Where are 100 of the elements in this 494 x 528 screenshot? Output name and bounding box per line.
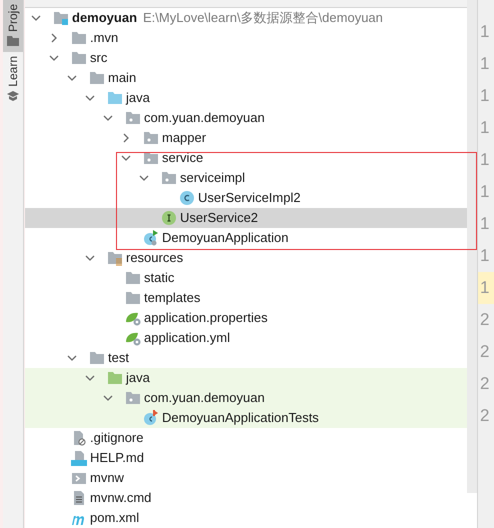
tree-row[interactable]: UserServiceImpl2 — [25, 188, 467, 208]
chevron-down-icon[interactable] — [85, 255, 95, 261]
tree-row[interactable]: serviceimpl — [25, 168, 467, 188]
item-label: UserService2 — [180, 209, 258, 228]
line-number: 1 — [479, 21, 490, 44]
line-number: 1 — [479, 181, 490, 204]
chevron-right-icon[interactable] — [51, 33, 57, 43]
tool-window-tab[interactable]: Learn — [3, 52, 23, 107]
folder-icon — [89, 350, 105, 366]
item-label: templates — [144, 289, 200, 308]
tree-row[interactable]: DemoyuanApplication — [25, 228, 467, 248]
tree-row[interactable]: java — [25, 88, 467, 108]
item-label: .gitignore — [90, 429, 144, 448]
tree-row[interactable]: test — [25, 348, 467, 368]
markdown-file-icon — [71, 450, 87, 466]
spring-class-icon — [143, 230, 159, 246]
tree-row[interactable]: .gitignore — [25, 428, 467, 448]
module-folder-icon — [53, 10, 69, 26]
item-label: com.yuan.demoyuan — [144, 109, 265, 128]
item-label: com.yuan.demoyuan — [144, 389, 265, 408]
item-label: DemoyuanApplication — [162, 229, 288, 248]
chevron-down-icon[interactable] — [85, 375, 95, 381]
item-label: application.yml — [144, 329, 230, 348]
test-class-icon — [143, 410, 159, 426]
line-number: 2 — [479, 405, 490, 428]
tree-row[interactable]: DemoyuanApplicationTests — [25, 408, 467, 428]
item-label: DemoyuanApplicationTests — [162, 409, 319, 428]
folder-icon — [71, 30, 87, 46]
text-file-icon — [71, 490, 87, 506]
item-label: mapper — [162, 129, 206, 148]
tree-row[interactable]: main — [25, 68, 467, 88]
item-label: test — [108, 349, 129, 368]
item-label: service — [162, 149, 204, 168]
package-icon — [161, 170, 177, 186]
line-number: 1 — [479, 117, 490, 140]
line-number: 1 — [479, 149, 490, 172]
folder-icon — [71, 50, 87, 66]
line-number: 1 — [479, 245, 490, 268]
tree-row[interactable]: service — [25, 148, 467, 168]
tree-row[interactable]: com.yuan.demoyuan — [25, 388, 467, 408]
item-label: demoyuan — [72, 9, 138, 28]
line-number: 2 — [479, 341, 490, 364]
tree-row[interactable]: resources — [25, 248, 467, 268]
path-label: E:\MyLove\learn\多数据源整合\demoyuan — [143, 9, 383, 28]
item-label: mvnw — [90, 469, 124, 488]
folder-icon — [125, 270, 141, 286]
folder-icon — [7, 36, 19, 46]
tree-row[interactable]: UserService2 — [25, 208, 467, 228]
item-label: serviceimpl — [180, 169, 246, 188]
leaf-gear-icon — [125, 330, 141, 346]
item-label: resources — [126, 249, 184, 268]
tree-row[interactable]: mvnw.cmd — [25, 488, 467, 508]
script-file-icon — [71, 470, 87, 486]
line-number: 1 — [478, 272, 494, 304]
line-number: 2 — [479, 373, 490, 396]
package-icon — [125, 110, 141, 126]
package-icon — [143, 130, 159, 146]
tree-row[interactable]: pom.xml — [25, 508, 467, 528]
chevron-down-icon[interactable] — [139, 175, 149, 181]
item-label: src — [90, 49, 108, 68]
item-label: .mvn — [90, 29, 118, 48]
tree-row[interactable]: demoyuan E:\MyLove\learn\多数据源整合\demoyuan — [25, 8, 467, 28]
item-label: java — [126, 89, 150, 108]
chevron-right-icon[interactable] — [123, 133, 129, 143]
tree-row[interactable]: templates — [25, 288, 467, 308]
tree-row[interactable]: src — [25, 48, 467, 68]
scrollbar[interactable] — [467, 0, 477, 493]
interface-icon — [161, 210, 177, 226]
tree-row[interactable]: mvnw — [25, 468, 467, 488]
chevron-down-icon[interactable] — [67, 355, 77, 361]
item-label: UserServiceImpl2 — [198, 189, 301, 208]
chevron-down-icon[interactable] — [67, 75, 77, 81]
resources-folder-icon — [107, 250, 123, 266]
tree-row[interactable]: static — [25, 268, 467, 288]
item-label: java — [126, 369, 150, 388]
folder-icon — [107, 370, 123, 386]
chevron-down-icon[interactable] — [103, 395, 113, 401]
folder-icon — [107, 90, 123, 106]
line-number: 2 — [479, 309, 490, 332]
graduation-cap-icon — [7, 90, 19, 101]
line-number: 1 — [479, 85, 490, 108]
leaf-gear-icon — [125, 310, 141, 326]
tree-row[interactable]: application.yml — [25, 328, 467, 348]
tree-row[interactable]: application.properties — [25, 308, 467, 328]
folder-icon — [125, 290, 141, 306]
tree-row[interactable]: .mvn — [25, 28, 467, 48]
chevron-down-icon[interactable] — [31, 15, 41, 21]
tree-row[interactable]: java — [25, 368, 467, 388]
item-label: HELP.md — [90, 449, 144, 468]
tree-row[interactable]: com.yuan.demoyuan — [25, 108, 467, 128]
tool-window-tab[interactable]: Proje — [3, 0, 23, 52]
chevron-down-icon[interactable] — [103, 115, 113, 121]
tree-row[interactable]: mapper — [25, 128, 467, 148]
class-icon — [179, 190, 195, 206]
chevron-down-icon[interactable] — [121, 155, 131, 161]
line-number: 1 — [479, 53, 490, 76]
chevron-down-icon[interactable] — [85, 95, 95, 101]
chevron-down-icon[interactable] — [49, 55, 59, 61]
line-number: 1 — [479, 213, 490, 236]
tree-row[interactable]: HELP.md — [25, 448, 467, 468]
